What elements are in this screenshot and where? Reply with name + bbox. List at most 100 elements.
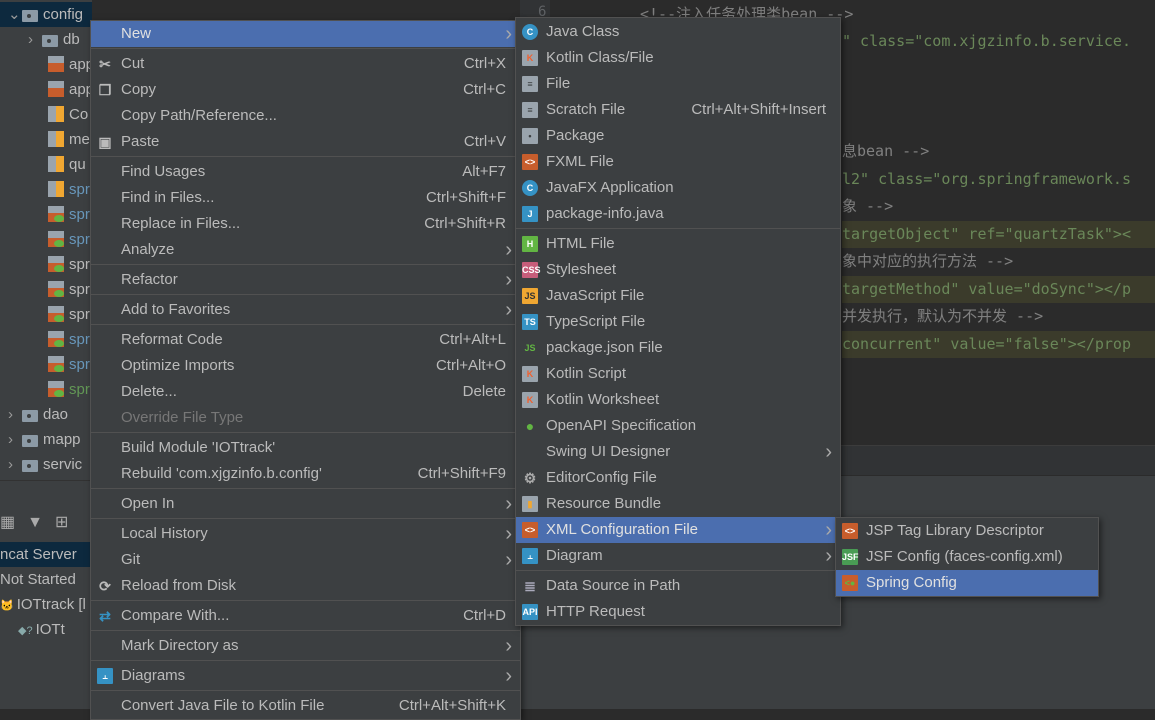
menu-item-delete[interactable]: Delete... Delete <box>91 379 520 405</box>
tree-item[interactable]: spr <box>48 177 90 202</box>
menu-item-typescript-file[interactable]: TS TypeScript File <box>516 309 840 335</box>
menu-item-kotlin-worksheet[interactable]: K Kotlin Worksheet <box>516 387 840 413</box>
menu-item-javafx-application[interactable]: C JavaFX Application <box>516 175 840 201</box>
add-service-icon[interactable]: ⊞ <box>55 514 68 531</box>
menu-item-mark-directory-as[interactable]: Mark Directory as › <box>91 633 520 659</box>
menu-item-editorconfig-file[interactable]: ⚙ EditorConfig File <box>516 465 840 491</box>
tree-item[interactable]: spr <box>48 302 90 327</box>
menu-item-java-class[interactable]: C Java Class <box>516 19 840 45</box>
tree-item[interactable]: app <box>48 52 94 77</box>
tree-item[interactable]: › servic <box>8 452 82 477</box>
menu-item-optimize-imports[interactable]: Optimize Imports Ctrl+Alt+O <box>91 353 520 379</box>
api-icon: API <box>522 604 538 620</box>
menu-item-swing-ui-designer[interactable]: Swing UI Designer › <box>516 439 840 465</box>
properties-file-icon <box>48 181 64 197</box>
menu-item-reformat-code[interactable]: Reformat Code Ctrl+Alt+L <box>91 327 520 353</box>
menu-item-html-file[interactable]: H HTML File <box>516 231 840 257</box>
menu-item-package[interactable]: • Package <box>516 123 840 149</box>
chevron-right-icon[interactable]: › <box>28 27 42 52</box>
menu-item-resource-bundle[interactable]: ▮ Resource Bundle <box>516 491 840 517</box>
chevron-right-icon[interactable]: › <box>8 427 22 452</box>
scissors-icon: ✂ <box>99 56 111 72</box>
menu-item-jsp-tag-library-descriptor[interactable]: <> JSP Tag Library Descriptor <box>836 518 1098 544</box>
menu-item-copy-path-reference[interactable]: Copy Path/Reference... <box>91 103 520 129</box>
menu-item-package-info-java[interactable]: Jpackage-info.java <box>516 201 840 227</box>
menu-item-label: Kotlin Worksheet <box>546 391 660 408</box>
chevron-down-icon[interactable]: ⌄ <box>8 2 22 27</box>
tree-item[interactable]: › db <box>28 27 80 52</box>
jsf-file-icon: JSF <box>842 549 859 565</box>
java-class-icon: C <box>522 24 538 40</box>
tree-item[interactable]: › mapp <box>8 427 81 452</box>
menu-item-spring-config[interactable]: <● Spring Config <box>836 570 1098 596</box>
tree-item[interactable]: spr <box>48 277 90 302</box>
tree-item[interactable]: spr <box>48 227 90 252</box>
menu-item-copy[interactable]: ❐ Copy Ctrl+C <box>91 77 520 103</box>
folder-icon <box>42 35 58 47</box>
menu-item-javascript-file[interactable]: JS JavaScript File <box>516 283 840 309</box>
menu-item-cut[interactable]: ✂ Cut Ctrl+X <box>91 51 520 77</box>
menu-item-paste[interactable]: ▣ Paste Ctrl+V <box>91 129 520 155</box>
tree-item[interactable]: me <box>48 127 90 152</box>
menu-item-git[interactable]: Git › <box>91 547 520 573</box>
menu-item-new[interactable]: New › <box>91 21 520 47</box>
tree-item[interactable]: spr <box>48 327 90 352</box>
tree-item[interactable]: Co <box>48 102 88 127</box>
filter-icon[interactable]: ▼ <box>27 514 43 531</box>
tree-item[interactable]: › dao <box>8 402 68 427</box>
menu-item-add-to-favorites[interactable]: Add to Favorites › <box>91 297 520 323</box>
menu-item-xml-configuration-file[interactable]: <> XML Configuration File › <box>516 517 840 543</box>
menu-item-compare-with[interactable]: ⇄ Compare With... Ctrl+D <box>91 603 520 629</box>
kotlin-file-icon: K <box>522 50 538 66</box>
tree-item[interactable]: qu <box>48 152 86 177</box>
service-row[interactable]: 🐱 IOTtrack [l <box>0 592 86 617</box>
menu-item-stylesheet[interactable]: CSS Stylesheet <box>516 257 840 283</box>
shortcut-label: Ctrl+X <box>463 55 506 72</box>
menu-item-data-source-in-path[interactable]: ≣ Data Source in Path <box>516 573 840 599</box>
service-row[interactable]: ◆? IOTt <box>18 617 65 642</box>
menu-item-reload-from-disk[interactable]: ⟳ Reload from Disk <box>91 573 520 599</box>
menu-item-kotlin-script[interactable]: K Kotlin Script <box>516 361 840 387</box>
artifact-unknown-icon: ◆? <box>18 625 33 637</box>
service-row[interactable]: ncat Server <box>0 542 92 567</box>
menu-item-build-module-iottrack[interactable]: Build Module 'IOTtrack' <box>91 435 520 461</box>
menu-item-label: FXML File <box>546 153 614 170</box>
group-icon[interactable]: ▦ <box>0 514 15 531</box>
service-row[interactable]: Not Started <box>0 567 76 592</box>
menu-item-diagrams[interactable]: ⫠ Diagrams › <box>91 663 520 689</box>
menu-item-package-json-file[interactable]: JS package.json File <box>516 335 840 361</box>
menu-item-fxml-file[interactable]: <> FXML File <box>516 149 840 175</box>
menu-item-label: Override File Type <box>121 409 244 426</box>
menu-item-kotlin-class-file[interactable]: K Kotlin Class/File <box>516 45 840 71</box>
menu-item-diagram[interactable]: ⫠ Diagram › <box>516 543 840 569</box>
chevron-right-icon[interactable]: › <box>8 402 22 427</box>
menu-item-label: TypeScript File <box>546 313 646 330</box>
menu-item-convert-java-file-to-kotlin-file[interactable]: Convert Java File to Kotlin File Ctrl+Alt… <box>91 693 520 719</box>
tree-item[interactable]: ⌄ config <box>0 2 92 27</box>
menu-item-open-in[interactable]: Open In › <box>91 491 520 517</box>
menu-item-find-in-files[interactable]: Find in Files... Ctrl+Shift+F <box>91 185 520 211</box>
chevron-right-icon: › <box>825 545 832 567</box>
tree-item[interactable]: spr <box>48 252 90 277</box>
menu-item-http-request[interactable]: API HTTP Request <box>516 599 840 625</box>
menu-item-scratch-file[interactable]: ≡ Scratch File Ctrl+Alt+Shift+Insert <box>516 97 840 123</box>
menu-item-analyze[interactable]: Analyze › <box>91 237 520 263</box>
menu-item-rebuild-com-xjgzinfo-b-config[interactable]: Rebuild 'com.xjgzinfo.b.config' Ctrl+Shif… <box>91 461 520 487</box>
menu-item-openapi-specification[interactable]: ● OpenAPI Specification <box>516 413 840 439</box>
chevron-right-icon[interactable]: › <box>8 452 22 477</box>
xml-file-icon: <> <box>842 523 858 539</box>
tree-item[interactable]: spr <box>48 202 90 227</box>
tree-item[interactable]: app <box>48 77 94 102</box>
menu-item-find-usages[interactable]: Find Usages Alt+F7 <box>91 159 520 185</box>
tree-item[interactable]: spr <box>48 377 90 402</box>
menu-item-jsf-config-faces-config-xml[interactable]: JSF JSF Config (faces-config.xml) <box>836 544 1098 570</box>
code-line: targetObject" ref="quartzTask">< <box>842 221 1155 248</box>
menu-item-local-history[interactable]: Local History › <box>91 521 520 547</box>
shortcut-label: Ctrl+Shift+F <box>425 189 506 206</box>
tree-item[interactable]: spr <box>48 352 90 377</box>
menu-item-refactor[interactable]: Refactor › <box>91 267 520 293</box>
tree-item-label: config <box>43 6 84 23</box>
menu-item-replace-in-files[interactable]: Replace in Files... Ctrl+Shift+R <box>91 211 520 237</box>
menu-item-file[interactable]: ≡ File <box>516 71 840 97</box>
xml-configuration-submenu: <> JSP Tag Library Descriptor JSF JSF Confi… <box>835 517 1099 597</box>
